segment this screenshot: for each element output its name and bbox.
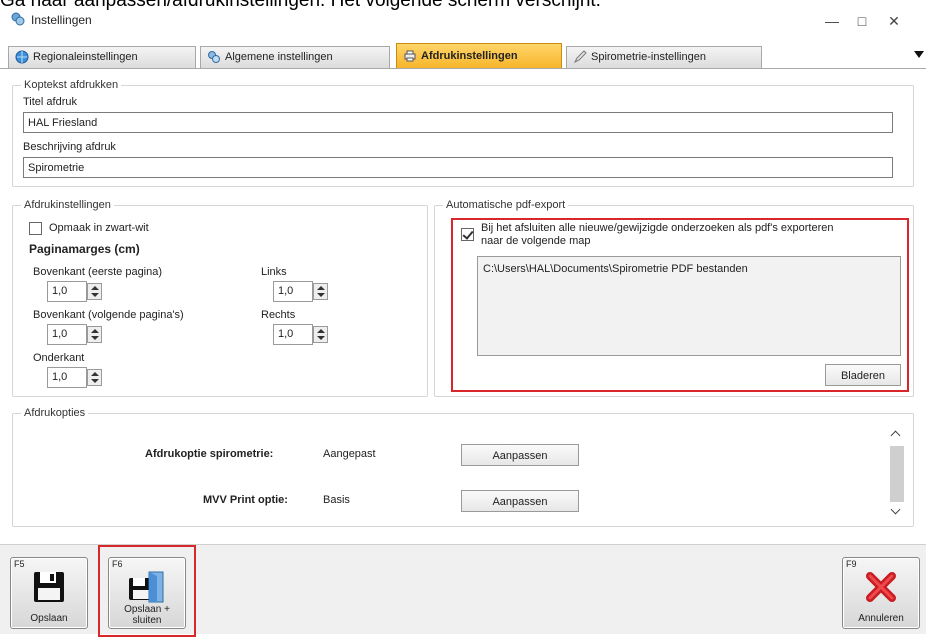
bw-label: Opmaak in zwart-wit: [49, 222, 149, 234]
scroll-up-icon[interactable]: [890, 430, 901, 441]
description-input[interactable]: [23, 157, 893, 178]
adjust-spirometry-button[interactable]: Aanpassen: [461, 444, 579, 466]
print-options-scrollbar[interactable]: [889, 428, 905, 518]
pen-icon: [573, 50, 587, 64]
margins-heading: Paginamarges (cm): [29, 242, 140, 256]
printer-icon: [404, 50, 416, 62]
settings-icon: [208, 51, 220, 63]
header-group-legend: Koptekst afdrukken: [21, 79, 122, 91]
cancel-label: Annuleren: [858, 613, 904, 624]
pdf-export-label-line1: Bij het afsluiten alle nieuwe/gewijzigde…: [481, 222, 834, 234]
save-button[interactable]: F5 Opslaan: [10, 557, 88, 629]
spirometry-print-option-value: Aangepast: [323, 448, 376, 460]
top-next-label: Bovenkant (volgende pagina's): [33, 309, 184, 321]
left-value[interactable]: 1,0: [273, 281, 313, 302]
spinner-arrows-icon[interactable]: [87, 369, 102, 386]
title-label: Titel afdruk: [23, 96, 78, 108]
save-key: F5: [14, 559, 25, 569]
tab-label: Afdrukinstellingen: [421, 50, 518, 62]
cancel-key: F9: [846, 559, 857, 569]
right-spinner[interactable]: 1,0: [273, 324, 335, 345]
tab-strip: Regionaleinstellingen Algemene instellin…: [0, 42, 926, 68]
pdf-export-group: Automatische pdf-export Bij het afsluite…: [434, 199, 914, 397]
top-first-value[interactable]: 1,0: [47, 281, 87, 302]
header-group: Koptekst afdrukken Titel afdruk Beschrij…: [12, 79, 914, 187]
right-value[interactable]: 1,0: [273, 324, 313, 345]
top-first-label: Bovenkant (eerste pagina): [33, 266, 163, 278]
left-label: Links: [261, 266, 287, 278]
save-label: Opslaan: [30, 613, 68, 624]
bw-checkbox[interactable]: [29, 222, 42, 235]
spinner-arrows-icon[interactable]: [87, 326, 102, 343]
bottom-label: Onderkant: [33, 352, 85, 364]
scroll-thumb[interactable]: [890, 446, 904, 502]
bottom-toolbar: F5 Opslaan F6 Opslaan + sluiten F9 Annule…: [0, 544, 926, 637]
spinner-arrows-icon[interactable]: [313, 283, 328, 300]
print-options-group: Afdrukopties Afdrukoptie spirometrie: Aa…: [12, 407, 914, 527]
title-input[interactable]: [23, 112, 893, 133]
spirometry-print-option-label: Afdrukoptie spirometrie:: [145, 448, 274, 460]
spinner-arrows-icon[interactable]: [313, 326, 328, 343]
print-settings-group: Afdrukinstellingen Opmaak in zwart-wit P…: [12, 199, 428, 397]
tab-print[interactable]: Afdrukinstellingen: [396, 43, 562, 68]
mvv-print-option-label: MVV Print optie:: [203, 494, 288, 506]
red-x-icon: [866, 572, 896, 602]
tab-regional[interactable]: Regionaleinstellingen: [8, 46, 196, 68]
close-button[interactable]: ✕: [880, 10, 908, 32]
globe-icon: [15, 50, 29, 64]
pdf-export-label-line2: naar de volgende map: [481, 235, 591, 247]
minimize-button[interactable]: —: [818, 10, 846, 32]
settings-panel: Koptekst afdrukken Titel afdruk Beschrij…: [0, 68, 926, 544]
spinner-arrows-icon[interactable]: [87, 283, 102, 300]
mvv-print-option-value: Basis: [323, 494, 350, 506]
left-spinner[interactable]: 1,0: [273, 281, 335, 302]
instruction-text: Ga naar aanpassen/afdrukinstellingen. He…: [0, 0, 601, 11]
maximize-button[interactable]: □: [848, 10, 876, 32]
floppy-disk-icon: [34, 572, 64, 602]
tab-spirometry[interactable]: Spirometrie-instellingen: [566, 46, 762, 68]
right-label: Rechts: [261, 309, 296, 321]
bottom-value[interactable]: 1,0: [47, 367, 87, 388]
tab-label: Algemene instellingen: [225, 51, 333, 63]
pdf-export-legend: Automatische pdf-export: [443, 199, 569, 211]
adjust-mvv-button[interactable]: Aanpassen: [461, 490, 579, 512]
tab-label: Spirometrie-instellingen: [591, 51, 706, 63]
scroll-down-icon[interactable]: [890, 504, 901, 515]
top-next-spinner[interactable]: 1,0: [47, 324, 109, 345]
tab-general[interactable]: Algemene instellingen: [200, 46, 390, 68]
pdf-folder-path[interactable]: C:\Users\HAL\Documents\Spirometrie PDF b…: [477, 256, 901, 356]
app-icon: [11, 12, 25, 26]
cancel-button[interactable]: F9 Annuleren: [842, 557, 920, 629]
tab-overflow-arrow-icon[interactable]: [914, 51, 924, 58]
tab-label: Regionaleinstellingen: [33, 51, 138, 63]
top-next-value[interactable]: 1,0: [47, 324, 87, 345]
window-title: Instellingen: [31, 13, 92, 27]
description-label: Beschrijving afdruk: [23, 141, 116, 153]
top-first-spinner[interactable]: 1,0: [47, 281, 109, 302]
browse-button[interactable]: Bladeren: [825, 364, 901, 386]
pdf-export-checkbox[interactable]: [461, 228, 474, 241]
save-close-highlight: [98, 545, 196, 637]
bottom-spinner[interactable]: 1,0: [47, 367, 109, 388]
print-settings-legend: Afdrukinstellingen: [21, 199, 114, 211]
print-options-legend: Afdrukopties: [21, 407, 89, 419]
